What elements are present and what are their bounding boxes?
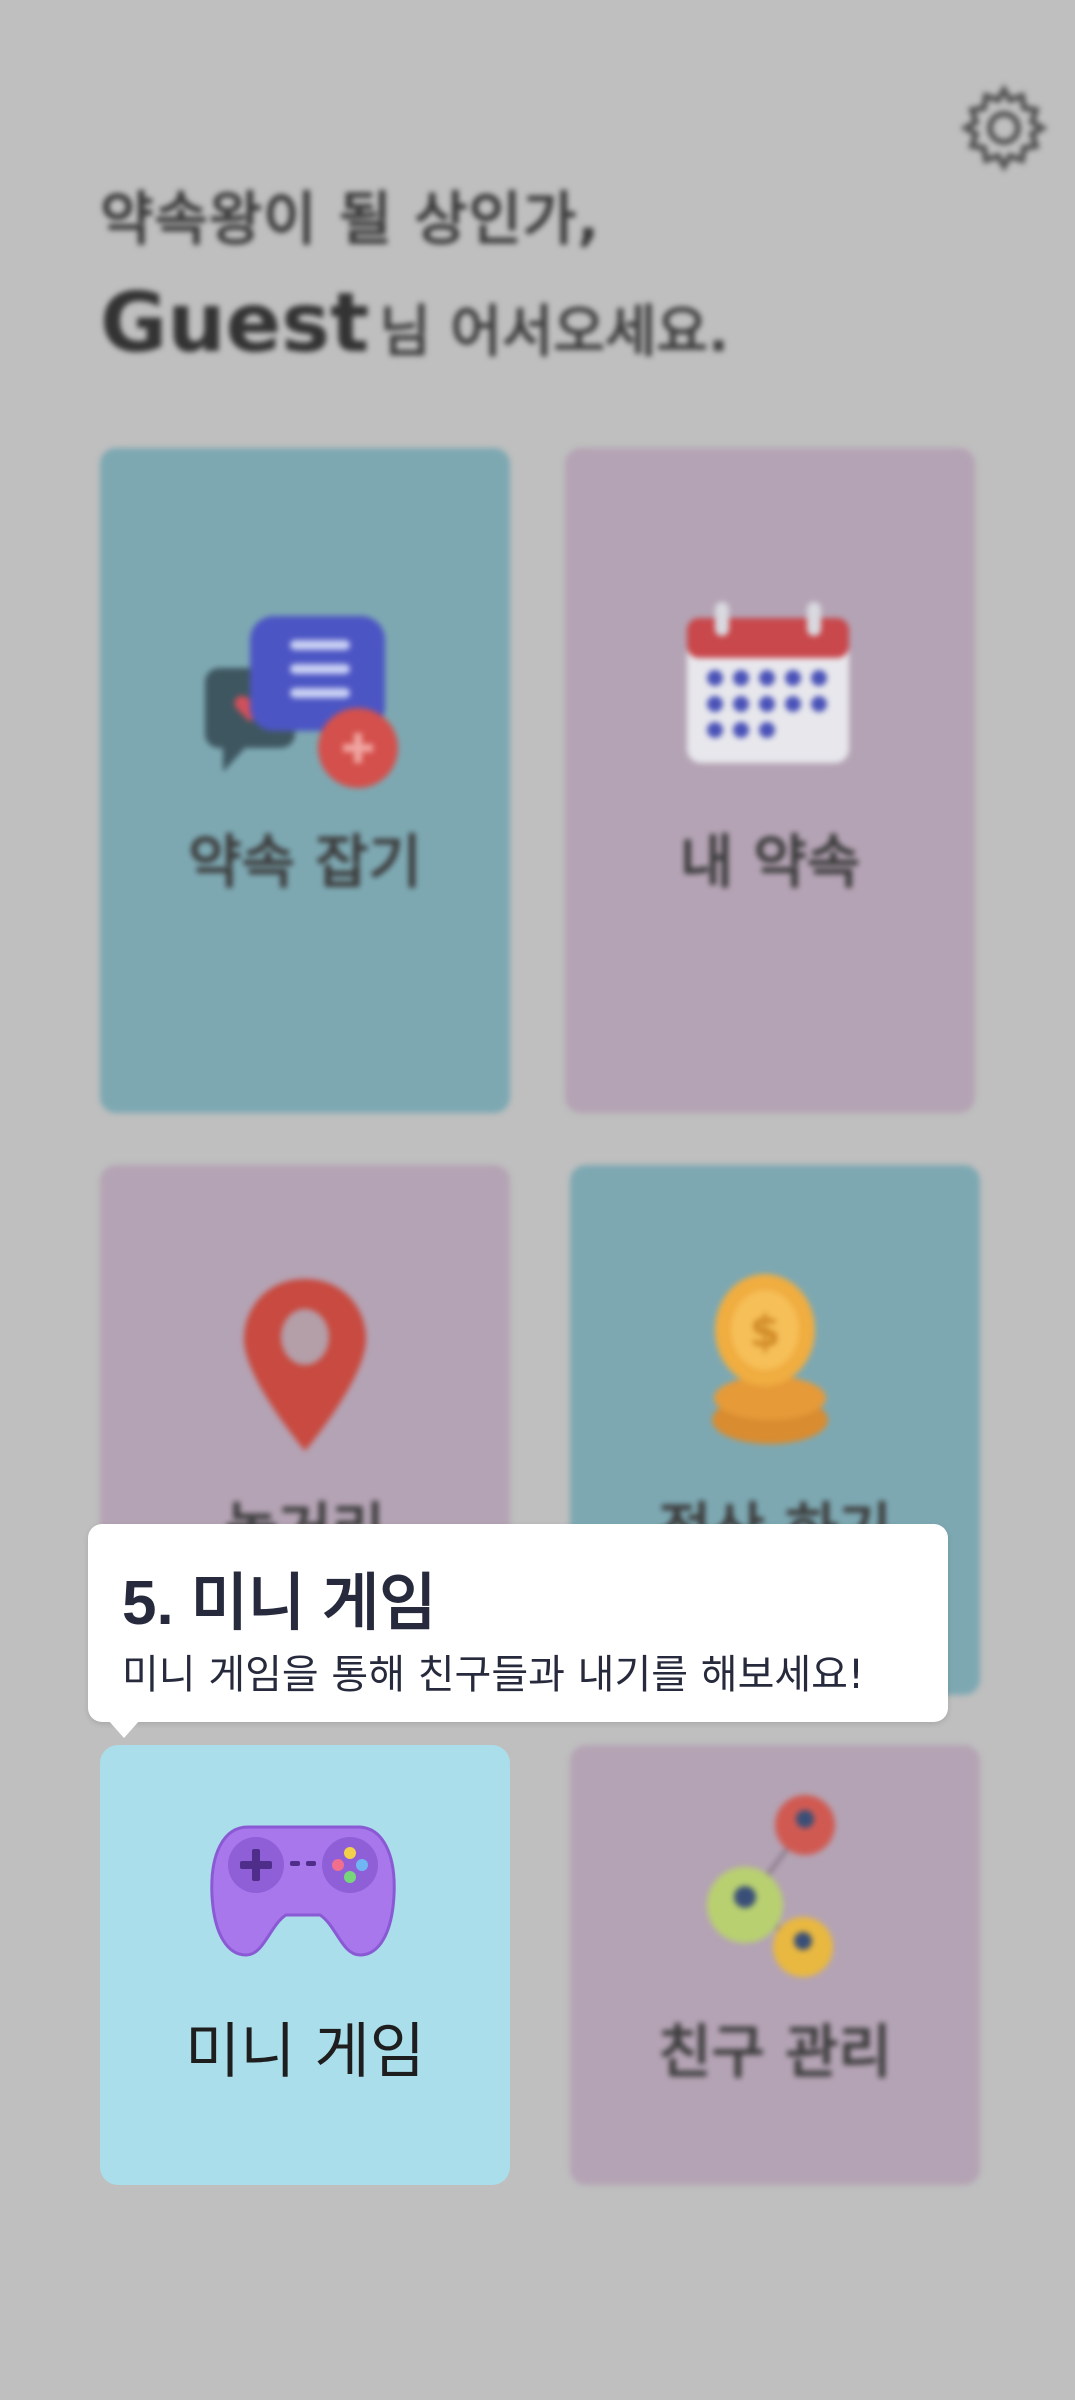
greeting-suffix: 님 어서오세요.	[379, 300, 730, 365]
tutorial-title: 5. 미니 게임	[122, 1569, 437, 1638]
menu-label-mini-game: 미니 게임	[185, 2017, 425, 2087]
location-pin-icon	[244, 1279, 366, 1451]
tooltip-arrow	[108, 1720, 140, 1738]
gear-icon	[960, 84, 1048, 172]
greeting: 약속왕이 될 상인가, Guest 님 어서오세요.	[100, 172, 729, 371]
menu-card-make-appointment[interactable]: 약속 잡기	[100, 448, 510, 1113]
menu-card-friends[interactable]: 친구 관리	[570, 1745, 980, 2185]
gamepad-icon	[210, 1825, 396, 1957]
menu-label-friends: 친구 관리	[658, 2018, 892, 2086]
tutorial-description: 미니 게임을 통해 친구들과 내기를 해보세요!	[122, 1652, 865, 1698]
menu-label-make-appointment: 약속 잡기	[188, 828, 422, 896]
coin-stack-icon: $	[712, 1274, 828, 1444]
menu-card-mini-game[interactable]: 미니 게임	[100, 1745, 510, 2185]
greeting-line2: Guest 님 어서오세요.	[100, 276, 729, 371]
settings-button[interactable]	[958, 82, 1050, 174]
chat-plus-icon	[205, 616, 398, 788]
tutorial-tooltip: 5. 미니 게임 미니 게임을 통해 친구들과 내기를 해보세요!	[88, 1524, 948, 1738]
greeting-line1: 약속왕이 될 상인가,	[100, 185, 601, 253]
menu-label-my-appointments: 내 약속	[679, 828, 861, 896]
friends-network-icon	[707, 1795, 835, 1977]
user-name: Guest	[100, 276, 370, 371]
svg-text:$: $	[750, 1306, 781, 1357]
menu-card-my-appointments[interactable]: 내 약속	[565, 448, 975, 1113]
calendar-icon	[687, 602, 849, 763]
